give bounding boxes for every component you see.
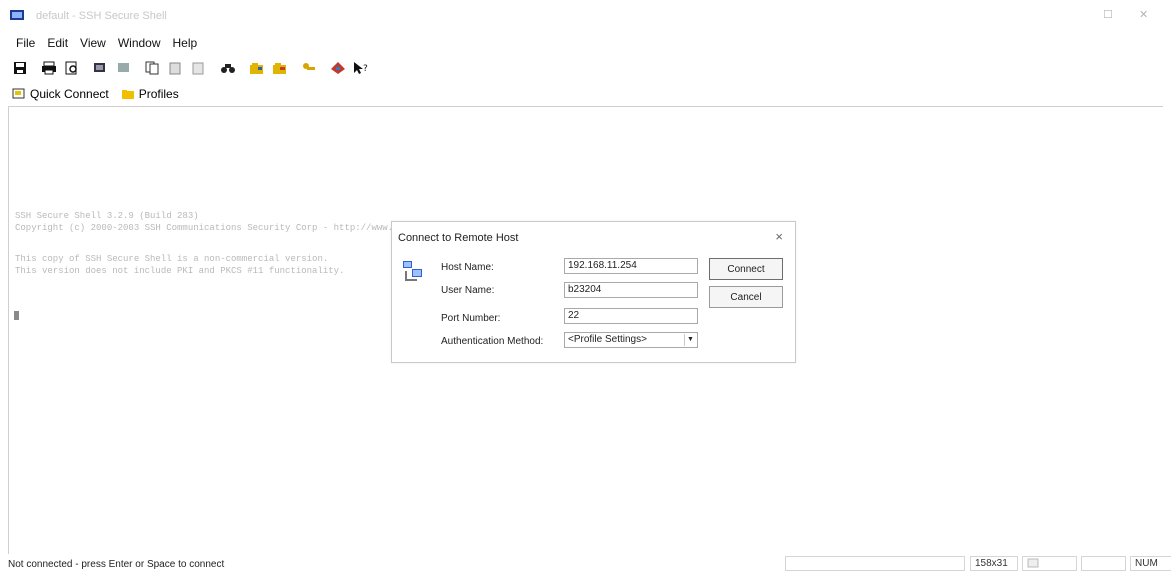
quick-connect-label: Quick Connect [30,87,109,101]
terminal-line: Copyright (c) 2000-2003 SSH Communicatio… [15,223,437,233]
terminal-cursor [14,311,19,320]
menu-bar: File Edit View Window Help [10,34,203,54]
profile-icon[interactable] [270,58,290,78]
context-help-icon[interactable]: ? [351,58,371,78]
menu-window-label: Window [117,36,161,50]
status-icon-cell [1022,556,1077,571]
close-button[interactable]: ✕ [1139,8,1148,21]
title-bar: default - SSH Secure Shell ☐ ✕ [0,0,1171,32]
status-empty-cell [785,556,965,571]
menu-view[interactable]: View [74,34,112,54]
menu-window[interactable]: Window [112,34,167,54]
status-blank-cell [1081,556,1126,571]
dialog-title: Connect to Remote Host [398,232,519,244]
cancel-button[interactable]: Cancel [709,286,783,308]
settings-icon[interactable] [247,58,267,78]
status-bar: Not connected - press Enter or Space to … [0,555,1171,572]
dialog-close-button[interactable]: × [775,229,783,244]
terminal-size: 158x31 [970,556,1018,571]
save-icon[interactable] [10,58,30,78]
toolbar: ? [10,57,374,79]
menu-help-label: Help [172,36,198,50]
secure-status-icon [1027,558,1039,568]
keys-icon[interactable] [299,58,319,78]
folder-icon [121,90,134,99]
terminal-line: SSH Secure Shell 3.2.9 (Build 283) [15,211,199,221]
num-lock-indicator: NUM [1130,556,1171,571]
user-name-label: User Name: [441,285,495,296]
profiles-button[interactable]: Profiles [119,87,181,101]
connect-dialog: Connect to Remote Host × Host Name: 192.… [391,221,796,363]
copy-icon[interactable] [143,58,163,78]
auth-method-select[interactable]: <Profile Settings> ▼ [564,332,698,348]
terminal-line: This copy of SSH Secure Shell is a non-c… [15,254,329,264]
dropdown-arrow-icon: ▼ [684,334,696,346]
menu-file[interactable]: File [10,34,41,54]
terminal-line: This version does not include PKI and PK… [15,266,345,276]
menu-edit-label: Edit [47,36,69,50]
host-name-input[interactable]: 192.168.11.254 [564,258,698,274]
paste-icon[interactable] [166,58,186,78]
find-icon[interactable] [218,58,238,78]
auth-method-label: Authentication Method: [441,336,544,347]
menu-help[interactable]: Help [167,34,204,54]
maximize-button[interactable]: ☐ [1103,8,1113,21]
menu-file-label: File [16,36,36,50]
port-number-label: Port Number: [441,313,501,324]
terminal-icon[interactable] [91,58,111,78]
auth-method-value: <Profile Settings> [568,334,647,345]
print-preview-icon[interactable] [62,58,82,78]
menu-view-label: View [80,36,106,50]
print-icon[interactable] [39,58,59,78]
ssh-app-icon [10,10,24,20]
network-computers-icon [403,261,422,281]
disconnect-icon[interactable] [114,58,134,78]
port-number-input[interactable]: 22 [564,308,698,324]
status-message: Not connected - press Enter or Space to … [8,559,225,570]
connect-button[interactable]: Connect [709,258,783,280]
window-title: default - SSH Secure Shell [36,10,167,22]
profile-bar: Quick Connect Profiles [10,84,181,104]
user-name-input[interactable]: b23204 [564,282,698,298]
host-name-label: Host Name: [441,262,494,273]
quick-connect-icon [12,88,25,99]
profiles-label: Profiles [138,87,179,101]
paste-special-icon[interactable] [189,58,209,78]
svg-text:?: ? [363,64,368,74]
help-icon[interactable] [328,58,348,78]
quick-connect-button[interactable]: Quick Connect [10,87,111,101]
menu-edit[interactable]: Edit [41,34,74,54]
